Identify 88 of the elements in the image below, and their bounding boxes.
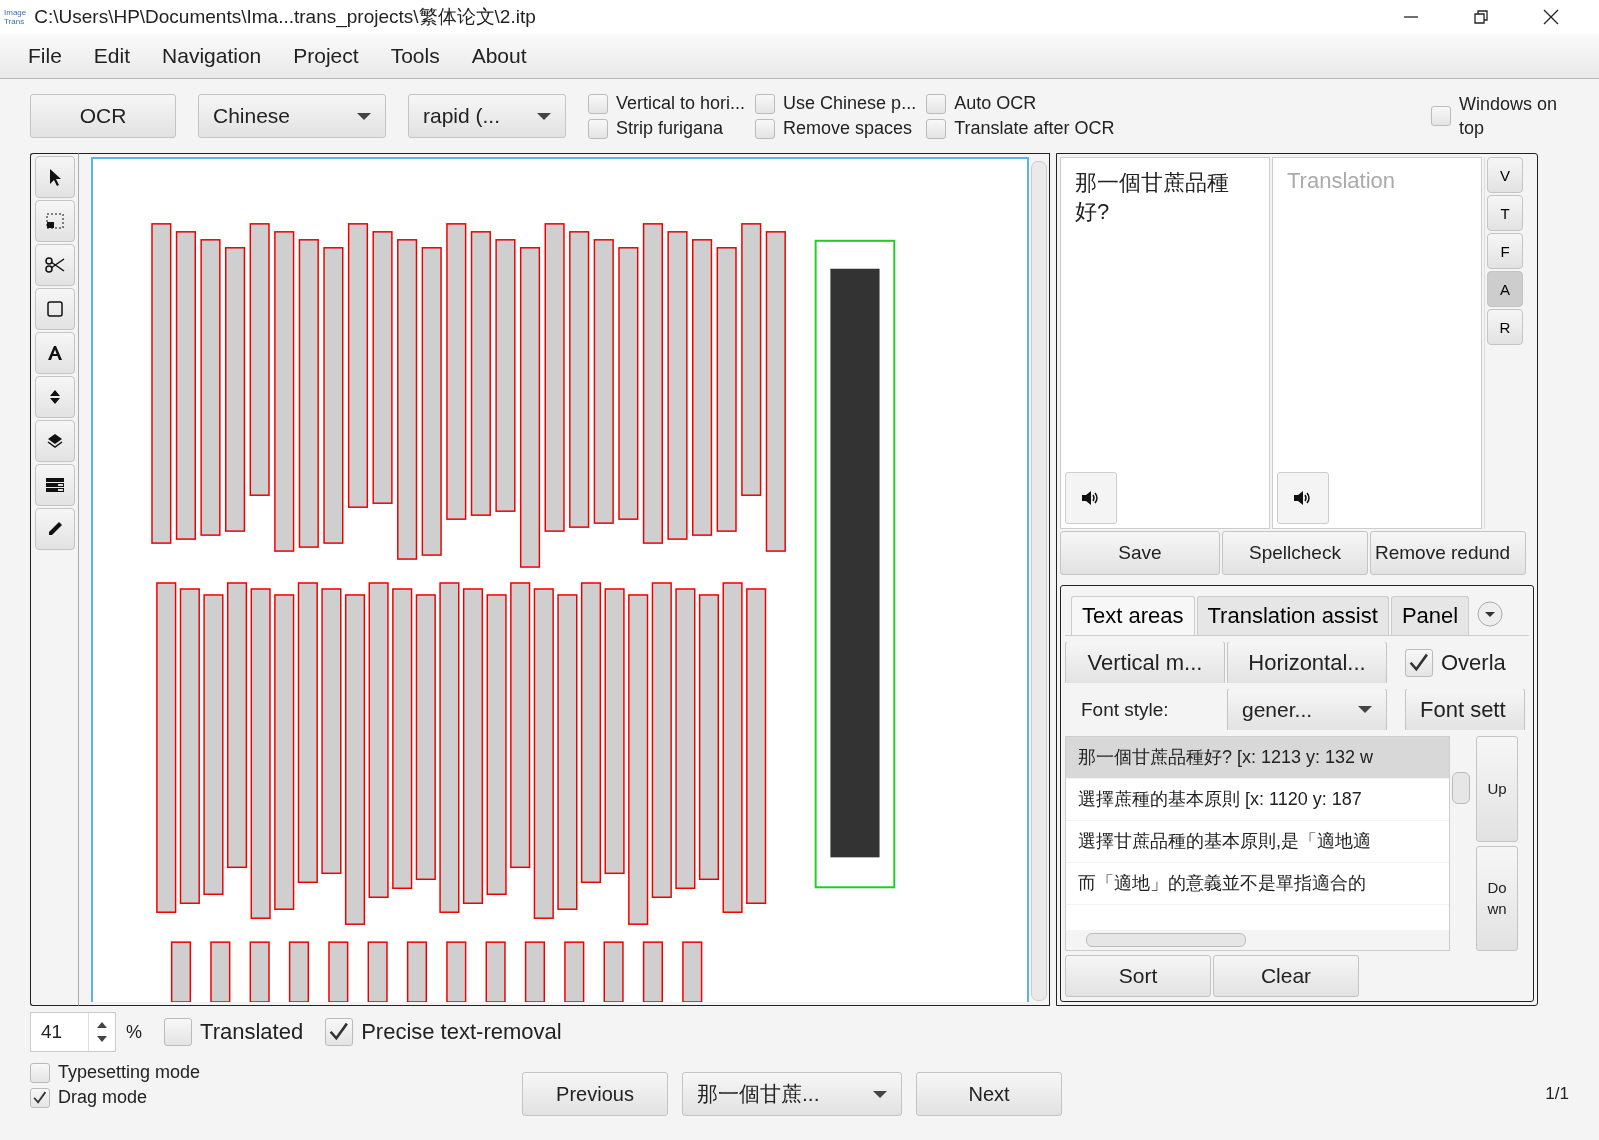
check-icon bbox=[33, 1090, 47, 1105]
scissors-icon bbox=[45, 257, 65, 273]
menu-item[interactable]: Edit bbox=[77, 44, 147, 68]
restore-icon[interactable] bbox=[1473, 9, 1489, 25]
precise-text-removal-checkbox[interactable]: Precise text-removal bbox=[325, 1018, 562, 1046]
source-text: 那一個甘蔗品種好? bbox=[1075, 169, 1230, 226]
cut-tool-button[interactable] bbox=[35, 244, 75, 286]
check-icon bbox=[329, 1022, 349, 1042]
down-arrow-icon[interactable] bbox=[97, 1036, 107, 1042]
horizontal-scrollbar[interactable] bbox=[1066, 930, 1449, 950]
page-count: 1/1 bbox=[1545, 1084, 1569, 1104]
speaker-icon bbox=[1081, 490, 1101, 506]
text-area-row[interactable]: 而「適地」的意義並不是單指適合的 bbox=[1066, 863, 1449, 906]
mode-button[interactable]: R bbox=[1487, 309, 1523, 345]
next-button[interactable]: Next bbox=[916, 1072, 1062, 1116]
option-checkbox[interactable]: Use Chinese p... bbox=[755, 91, 917, 116]
move-up-button[interactable]: Up bbox=[1476, 736, 1518, 842]
source-text-area[interactable]: 那一個甘蔗品種好? bbox=[1060, 157, 1270, 529]
vertical-merge-button[interactable]: Vertical m... bbox=[1065, 642, 1225, 684]
check-icon bbox=[1409, 652, 1429, 673]
text-area-row[interactable]: 選擇甘蔗品種的基本原則,是「適地適 bbox=[1066, 821, 1449, 864]
menu-item[interactable]: Navigation bbox=[146, 44, 278, 68]
page-dropdown[interactable]: 那一個甘蔗... bbox=[682, 1072, 902, 1116]
layers-tool-button[interactable] bbox=[35, 420, 75, 462]
mode-button[interactable]: F bbox=[1487, 233, 1523, 269]
select-tool-button[interactable] bbox=[35, 200, 75, 242]
font-style-dropdown[interactable]: gener... bbox=[1227, 689, 1387, 731]
dropdown-icon[interactable] bbox=[1477, 601, 1504, 627]
menu-item[interactable]: File bbox=[12, 44, 78, 68]
mode-button[interactable]: A bbox=[1487, 271, 1523, 307]
list-tool-button[interactable] bbox=[35, 464, 75, 506]
up-down-icon bbox=[49, 389, 61, 405]
pen-tool-button[interactable] bbox=[35, 508, 75, 550]
option-checkbox[interactable]: Vertical to hori... bbox=[588, 91, 746, 116]
translation-placeholder: Translation bbox=[1287, 168, 1395, 193]
text-tool-icon bbox=[47, 345, 63, 361]
language-dropdown[interactable]: Chinese bbox=[198, 94, 386, 138]
list-icon bbox=[46, 478, 64, 492]
panel-tab[interactable]: Panel bbox=[1390, 596, 1470, 635]
option-checkbox[interactable]: Auto OCR bbox=[926, 91, 1115, 116]
text-area-row[interactable]: 那一個甘蔗品種好? [x: 1213 y: 132 w bbox=[1066, 737, 1449, 780]
drag-mode-checkbox[interactable]: Drag mode bbox=[30, 1087, 148, 1108]
panel-tab[interactable]: Translation assist bbox=[1196, 596, 1389, 635]
rect-tool-button[interactable] bbox=[35, 288, 75, 330]
engine-dropdown[interactable]: rapid (... bbox=[408, 94, 566, 138]
editor-button[interactable]: Save bbox=[1060, 531, 1220, 575]
app-logo: Image Trans bbox=[4, 8, 27, 26]
font-settings-button[interactable]: Font sett bbox=[1405, 689, 1525, 731]
windows-on-top-checkbox[interactable]: Windows on top bbox=[1431, 92, 1569, 140]
translated-checkbox[interactable]: Translated bbox=[164, 1018, 304, 1046]
editor-button[interactable]: Spellcheck bbox=[1222, 531, 1368, 575]
selection-icon bbox=[46, 213, 64, 229]
menu-item[interactable]: About bbox=[455, 44, 543, 68]
mode-button[interactable]: V bbox=[1487, 157, 1523, 193]
speaker-icon bbox=[1293, 490, 1313, 506]
speak-button[interactable] bbox=[1065, 472, 1117, 524]
close-icon[interactable] bbox=[1543, 9, 1559, 25]
option-checkbox[interactable]: Strip furigana bbox=[588, 116, 746, 141]
list-button[interactable]: Clear bbox=[1213, 955, 1359, 997]
updown-tool-button[interactable] bbox=[35, 376, 75, 418]
pointer-icon bbox=[47, 168, 63, 186]
rectangle-icon bbox=[47, 301, 63, 317]
text-tool-button[interactable] bbox=[35, 332, 75, 374]
panel-tab[interactable]: Text areas bbox=[1071, 596, 1195, 635]
horizontal-merge-button[interactable]: Horizontal... bbox=[1227, 642, 1387, 684]
overlay-checkbox[interactable]: Overla bbox=[1405, 648, 1506, 677]
menu-item[interactable]: Project bbox=[277, 44, 375, 68]
option-checkbox[interactable]: Remove spaces bbox=[755, 116, 917, 141]
up-arrow-icon[interactable] bbox=[97, 1022, 107, 1028]
zoom-spinner[interactable]: 41 bbox=[30, 1012, 116, 1052]
ocr-button[interactable]: OCR bbox=[30, 94, 176, 138]
move-down-button[interactable]: Down bbox=[1476, 845, 1518, 951]
typesetting-mode-checkbox[interactable]: Typesetting mode bbox=[30, 1062, 201, 1083]
vertical-scrollbar[interactable] bbox=[1031, 161, 1047, 1001]
pencil-icon bbox=[47, 521, 63, 537]
list-button[interactable]: Sort bbox=[1065, 955, 1211, 997]
previous-button[interactable]: Previous bbox=[522, 1072, 668, 1116]
mode-button[interactable]: T bbox=[1487, 195, 1523, 231]
percent-label: % bbox=[126, 1021, 142, 1043]
pointer-tool-button[interactable] bbox=[35, 156, 75, 198]
editor-button[interactable]: Remove redund bbox=[1370, 531, 1526, 575]
text-area-row[interactable]: 選擇蔗種的基本原則 [x: 1120 y: 187 bbox=[1066, 779, 1449, 822]
font-style-label: Font style: bbox=[1080, 698, 1170, 721]
menu-item[interactable]: Tools bbox=[374, 44, 456, 68]
layers-icon bbox=[47, 433, 63, 449]
window-title: C:\Users\HP\Documents\Ima...trans_projects\繁体论文\2.itp bbox=[34, 5, 536, 30]
speak-button[interactable] bbox=[1277, 472, 1329, 524]
option-checkbox[interactable]: Translate after OCR bbox=[926, 116, 1115, 141]
